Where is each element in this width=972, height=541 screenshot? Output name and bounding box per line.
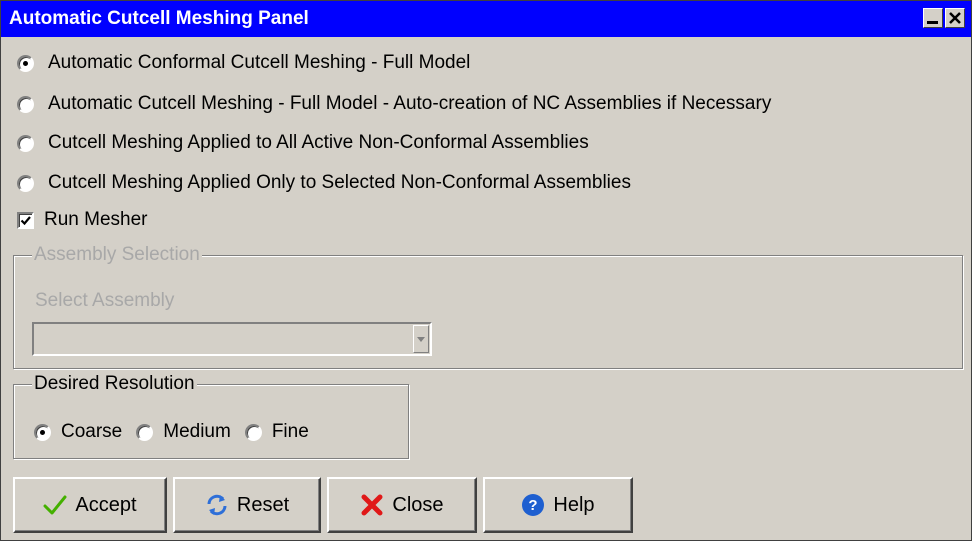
cutcell-meshing-window: Automatic Cutcell Meshing Panel Automati… xyxy=(0,0,972,541)
select-assembly-label: Select Assembly xyxy=(35,290,175,311)
refresh-icon xyxy=(205,493,229,517)
radio-button[interactable] xyxy=(17,54,34,72)
radio-button[interactable] xyxy=(17,95,34,113)
resolution-option-fine[interactable]: Fine xyxy=(244,421,309,443)
mesh-option-all-active-nc[interactable]: Cutcell Meshing Applied to All Active No… xyxy=(17,130,589,156)
svg-text:?: ? xyxy=(529,497,538,514)
resolution-option-label: Coarse xyxy=(61,421,123,442)
mesh-option-label: Automatic Conformal Cutcell Meshing - Fu… xyxy=(48,52,471,73)
red-x-icon xyxy=(360,493,384,517)
minimize-icon[interactable] xyxy=(923,8,943,28)
reset-button[interactable]: Reset xyxy=(173,477,321,533)
resolution-option-medium[interactable]: Medium xyxy=(136,421,231,443)
close-button[interactable]: Close xyxy=(327,477,477,533)
help-button[interactable]: ? Help xyxy=(483,477,633,533)
chevron-down-icon[interactable] xyxy=(413,325,429,353)
mesh-option-selected-nc[interactable]: Cutcell Meshing Applied Only to Selected… xyxy=(17,170,631,196)
mesh-option-label: Cutcell Meshing Applied Only to Selected… xyxy=(48,172,631,193)
resolution-option-coarse[interactable]: Coarse xyxy=(34,421,122,443)
mesh-option-label: Cutcell Meshing Applied to All Active No… xyxy=(48,132,589,153)
close-label: Close xyxy=(392,493,444,516)
window-title: Automatic Cutcell Meshing Panel xyxy=(9,8,309,29)
assembly-selection-legend: Assembly Selection xyxy=(32,244,202,266)
desired-resolution-group: Desired Resolution Coarse Medium Fine xyxy=(13,373,409,459)
mesh-option-full-conformal[interactable]: Automatic Conformal Cutcell Meshing - Fu… xyxy=(17,50,470,76)
reset-label: Reset xyxy=(236,493,290,516)
resolution-options: Coarse Medium Fine xyxy=(34,421,323,443)
close-icon[interactable] xyxy=(945,8,965,28)
accept-label: Accept xyxy=(75,493,137,516)
radio-button[interactable] xyxy=(244,423,262,441)
radio-button[interactable] xyxy=(136,423,154,441)
assembly-selection-group: Assembly Selection Select Assembly xyxy=(13,244,963,369)
mesh-option-label: Automatic Cutcell Meshing - Full Model -… xyxy=(48,93,772,114)
radio-button[interactable] xyxy=(34,423,51,441)
mesh-option-auto-nc[interactable]: Automatic Cutcell Meshing - Full Model -… xyxy=(17,91,771,117)
title-bar[interactable]: Automatic Cutcell Meshing Panel xyxy=(1,1,971,37)
resolution-option-label: Medium xyxy=(163,421,231,442)
resolution-option-label: Fine xyxy=(271,421,309,442)
run-mesher-label: Run Mesher xyxy=(44,209,148,230)
run-mesher-checkbox[interactable]: Run Mesher xyxy=(17,207,148,233)
radio-button[interactable] xyxy=(17,134,34,152)
checkmark-icon xyxy=(43,494,67,516)
help-label: Help xyxy=(553,493,595,516)
desired-resolution-legend: Desired Resolution xyxy=(32,373,197,395)
accept-button[interactable]: Accept xyxy=(13,477,167,533)
help-icon: ? xyxy=(521,493,545,517)
radio-button[interactable] xyxy=(17,174,34,192)
select-assembly-dropdown[interactable] xyxy=(32,322,432,356)
checkbox-check-icon[interactable] xyxy=(17,211,34,229)
